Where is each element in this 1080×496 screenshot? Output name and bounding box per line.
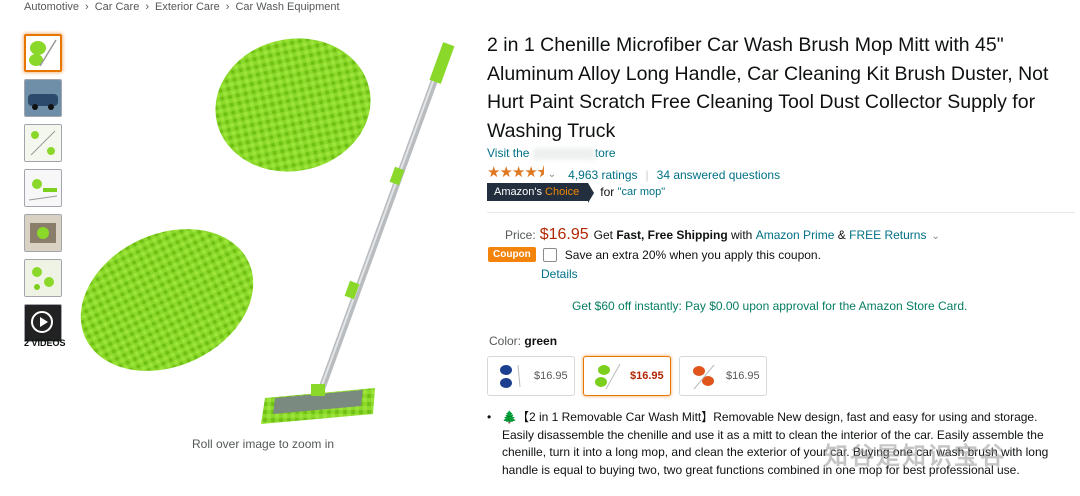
thumbnail-video[interactable]	[24, 304, 62, 342]
swatch-green[interactable]: $16.95	[583, 356, 671, 396]
choice-query-link[interactable]: "car mop"	[618, 186, 666, 198]
zoom-hint: Roll over image to zoom in	[192, 437, 335, 451]
thumbnail-5[interactable]	[24, 214, 62, 252]
swatch-price: $16.95	[630, 370, 664, 382]
coupon-text[interactable]: Save an extra 20% when you apply this co…	[565, 248, 821, 262]
selected-color: green	[524, 334, 558, 348]
breadcrumb-separator: ›	[225, 1, 230, 13]
amazons-choice-row: Amazon's Choice for "car mop"	[487, 183, 666, 203]
breadcrumb-automotive[interactable]: Automotive	[24, 1, 79, 13]
swatch-orange-image	[693, 364, 715, 390]
choice-badge-amazon: Amazon's	[494, 186, 542, 198]
swatch-green-image	[595, 363, 621, 390]
rating-count-link[interactable]: 4,963 ratings	[568, 168, 637, 182]
chevron-down-icon[interactable]: ⌄	[931, 231, 939, 242]
divider: |	[645, 167, 649, 182]
coupon-checkbox[interactable]	[542, 247, 557, 262]
shipping-get-label: Get	[593, 228, 613, 242]
choice-badge-choice: Choice	[545, 186, 580, 198]
play-icon	[31, 311, 53, 333]
color-swatches: $16.95 $16.95 $16.95	[487, 356, 775, 396]
swatch-blue-image	[500, 364, 521, 388]
coupon-details-link[interactable]: Details	[541, 267, 578, 281]
store-link-suffix: tore	[594, 146, 616, 160]
breadcrumb-exterior-care[interactable]: Exterior Care	[155, 1, 220, 13]
breadcrumb: Automotive › Car Care › Exterior Care › Car Wa…	[24, 1, 340, 13]
store-card-offer[interactable]: Get $60 off instantly: Pay $0.00 upon ap…	[572, 299, 967, 313]
breadcrumb-separator: ›	[145, 1, 149, 13]
choice-for-label: for	[600, 185, 615, 199]
watermark: 知谷是知识宝谷	[824, 443, 1006, 470]
thumbnail-strip	[24, 34, 64, 349]
color-label: Color: green	[489, 334, 557, 348]
divider-line	[487, 212, 1075, 213]
tree-icon: 🌲	[502, 410, 517, 424]
videos-count-label[interactable]: 2 VIDEOS	[24, 338, 66, 348]
swatch-price: $16.95	[726, 370, 760, 382]
thumbnail-2[interactable]	[24, 79, 62, 117]
thumbnail-1[interactable]	[24, 34, 62, 72]
swatch-price: $16.95	[534, 370, 568, 382]
breadcrumb-separator: ›	[85, 1, 89, 13]
shipping-label: Fast, Free Shipping	[616, 228, 728, 242]
free-returns-link[interactable]: FREE Returns	[849, 228, 926, 242]
breadcrumb-car-care[interactable]: Car Care	[95, 1, 140, 13]
swatch-orange[interactable]: $16.95	[679, 356, 767, 396]
price-value: $16.95	[539, 226, 589, 243]
breadcrumb-car-wash-equipment[interactable]: Car Wash Equipment	[235, 1, 339, 13]
amazon-prime-link[interactable]: Amazon Prime	[756, 228, 835, 242]
swatch-blue[interactable]: $16.95	[487, 356, 575, 396]
coupon-row: Coupon Save an extra 20% when you apply …	[488, 247, 821, 262]
shipping-amp: &	[837, 228, 846, 242]
thumbnail-3[interactable]	[24, 124, 62, 162]
store-link[interactable]: Visit the tore	[487, 146, 616, 160]
coupon-badge: Coupon	[488, 247, 536, 262]
product-title: 2 in 1 Chenille Microfiber Car Wash Brus…	[487, 34, 1049, 142]
price-label: Price:	[505, 228, 536, 242]
thumbnail-4[interactable]	[24, 169, 62, 207]
store-link-prefix: Visit the	[487, 146, 530, 160]
answered-questions-link[interactable]: 34 answered questions	[657, 168, 780, 182]
thumbnail-6[interactable]	[24, 259, 62, 297]
price-row: Price: $16.95 Get Fast, Free Shipping wi…	[505, 226, 940, 244]
amazons-choice-badge[interactable]: Amazon's Choice	[487, 183, 595, 203]
main-product-image[interactable]	[75, 30, 475, 430]
bullet-dot: •	[487, 410, 492, 424]
shipping-with-label: with	[731, 228, 753, 242]
chevron-down-icon[interactable]: ⌄	[548, 169, 556, 180]
store-name-blurred	[532, 147, 595, 160]
color-label-text: Color:	[489, 334, 522, 348]
